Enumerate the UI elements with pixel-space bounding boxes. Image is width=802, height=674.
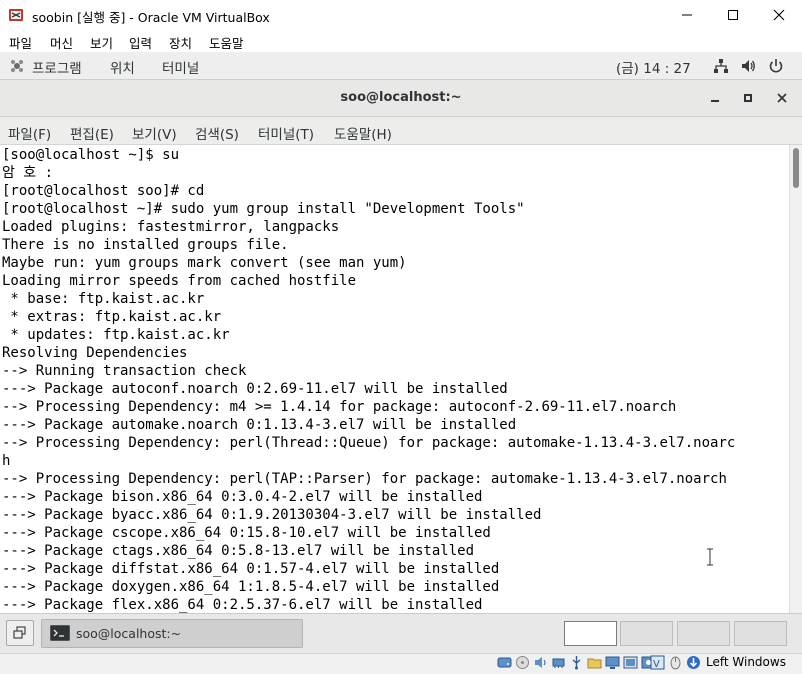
gnome-clock[interactable]: (금) 14 : 27	[616, 57, 691, 77]
display-icon[interactable]	[605, 655, 620, 670]
terminal-line: Maybe run: yum groups mark convert (see …	[2, 255, 407, 271]
host-menu-file[interactable]: 파일	[9, 33, 32, 52]
terminal-output[interactable]: [soo@localhost ~]$ su 암 호 : [root@localh…	[0, 145, 789, 613]
terminal-line: [root@localhost ~]# sudo yum group insta…	[2, 201, 525, 217]
scrollbar-thumb[interactable]	[793, 148, 799, 188]
host-menu-devices[interactable]: 장치	[169, 33, 192, 52]
host-menu-view[interactable]: 보기	[90, 33, 113, 52]
minimize-button[interactable]	[664, 0, 710, 30]
network-icon[interactable]	[713, 58, 729, 74]
power-icon[interactable]	[768, 58, 784, 74]
terminal-titlebar: soo@localhost:~	[0, 80, 802, 117]
terminal-line: ---> Package autoconf.noarch 0:2.69-11.e…	[2, 381, 508, 397]
terminal-line: ---> Package flex.x86_64 0:2.5.37-6.el7 …	[2, 597, 483, 613]
terminal-line: --> Running transaction check	[2, 363, 247, 379]
terminal-line: --> Processing Dependency: perl(Thread::…	[2, 435, 736, 451]
terminal-menu-view[interactable]: 보기(V)	[132, 123, 177, 143]
terminal-line: ---> Package doxygen.x86_64 1:1.8.5-4.el…	[2, 579, 500, 595]
usb-icon[interactable]	[569, 655, 584, 670]
terminal-line: ---> Package byacc.x86_64 0:1.9.20130304…	[2, 507, 542, 523]
close-icon	[773, 9, 785, 21]
terminal-close-button[interactable]	[772, 88, 792, 108]
terminal-minimize-button[interactable]	[705, 88, 725, 108]
host-menu-help[interactable]: 도움말	[209, 33, 244, 52]
applications-menu-icon	[11, 60, 23, 72]
volume-icon[interactable]	[740, 58, 756, 74]
show-desktop-button[interactable]	[6, 620, 34, 646]
terminal-menubar: 파일(F) 편집(E) 보기(V) 검색(S) 터미널(T) 도움말(H)	[0, 117, 802, 145]
maximize-button[interactable]	[710, 0, 756, 30]
terminal-app-icon	[50, 625, 70, 641]
host-menu-machine[interactable]: 머신	[50, 33, 73, 52]
terminal-line: --> Processing Dependency: m4 >= 1.4.14 …	[2, 399, 677, 415]
terminal-window-title: soo@localhost:~	[340, 90, 462, 105]
terminal-scrollbar[interactable]	[789, 145, 802, 613]
show-desktop-icon	[13, 626, 26, 639]
gnome-applications-menu[interactable]: 프로그램	[32, 57, 82, 77]
mouse-integration-icon[interactable]	[668, 655, 683, 670]
terminal-line: h	[2, 453, 11, 469]
terminal-line: [root@localhost soo]# cd	[2, 183, 205, 199]
terminal-line: ---> Package ctags.x86_64 0:5.8-13.el7 w…	[2, 543, 475, 559]
host-titlebar: soobin [실행 중] - Oracle VM VirtualBox	[0, 0, 802, 30]
workspace-4[interactable]	[734, 621, 787, 646]
minimize-icon	[711, 100, 719, 102]
host-menu-input[interactable]: 입력	[129, 33, 152, 52]
workspace-2[interactable]	[620, 621, 673, 646]
host-menubar: 파일 머신 보기 입력 장치 도움말	[0, 30, 802, 52]
terminal-menu-file[interactable]: 파일(F)	[8, 123, 51, 143]
optical-drive-icon[interactable]	[515, 655, 530, 670]
minimize-icon	[682, 14, 692, 16]
taskbar-terminal-label: soo@localhost:~	[76, 626, 182, 641]
workspace-1[interactable]	[564, 621, 617, 646]
terminal-maximize-button[interactable]	[738, 88, 758, 108]
shared-folder-icon[interactable]	[587, 655, 602, 670]
terminal-menu-edit[interactable]: 편집(E)	[70, 123, 114, 143]
terminal-line: * base: ftp.kaist.ac.kr	[2, 291, 205, 307]
terminal-line: Resolving Dependencies	[2, 345, 188, 361]
terminal-line: --> Processing Dependency: perl(TAP::Par…	[2, 471, 727, 487]
terminal-line: * extras: ftp.kaist.ac.kr	[2, 309, 222, 325]
host-key-label: Left Windows	[706, 655, 786, 669]
svg-text:V: V	[653, 659, 660, 670]
network-adapter-icon[interactable]	[551, 655, 566, 670]
terminal-line: Loaded plugins: fastestmirror, langpacks	[2, 219, 340, 235]
terminal-menu-terminal[interactable]: 터미널(T)	[258, 123, 314, 143]
virtualization-icon[interactable]: V	[650, 655, 665, 670]
maximize-icon	[744, 94, 752, 102]
terminal-menu-help[interactable]: 도움말(H)	[334, 123, 392, 143]
terminal-line: 암 호 :	[2, 165, 54, 181]
gnome-terminal-menu[interactable]: 터미널	[162, 57, 199, 77]
terminal-line: Loading mirror speeds from cached hostfi…	[2, 273, 357, 289]
terminal-menu-search[interactable]: 검색(S)	[195, 123, 239, 143]
workspace-3[interactable]	[677, 621, 730, 646]
host-window-title: soobin [실행 중] - Oracle VM VirtualBox	[32, 10, 270, 25]
hard-disk-icon[interactable]	[497, 655, 512, 670]
audio-icon[interactable]	[533, 655, 548, 670]
terminal-line: [soo@localhost ~]$ su	[2, 147, 180, 163]
close-button[interactable]	[756, 0, 802, 30]
terminal-line: ---> Package diffstat.x86_64 0:1.57-4.el…	[2, 561, 500, 577]
terminal-line: ---> Package bison.x86_64 0:3.0.4-2.el7 …	[2, 489, 483, 505]
virtualbox-logo-icon	[9, 9, 23, 21]
close-icon	[777, 93, 787, 103]
terminal-line: * updates: ftp.kaist.ac.kr	[2, 327, 230, 343]
terminal-line: There is no installed groups file.	[2, 237, 289, 253]
text-cursor-icon	[707, 548, 713, 566]
maximize-icon	[728, 10, 738, 20]
terminal-line: ---> Package automake.noarch 0:1.13.4-3.…	[2, 417, 517, 433]
host-key-arrow-icon[interactable]	[686, 655, 701, 670]
gnome-places-menu[interactable]: 위치	[110, 57, 135, 77]
video-capture-icon[interactable]	[623, 655, 638, 670]
terminal-line: ---> Package cscope.x86_64 0:15.8-10.el7…	[2, 525, 491, 541]
